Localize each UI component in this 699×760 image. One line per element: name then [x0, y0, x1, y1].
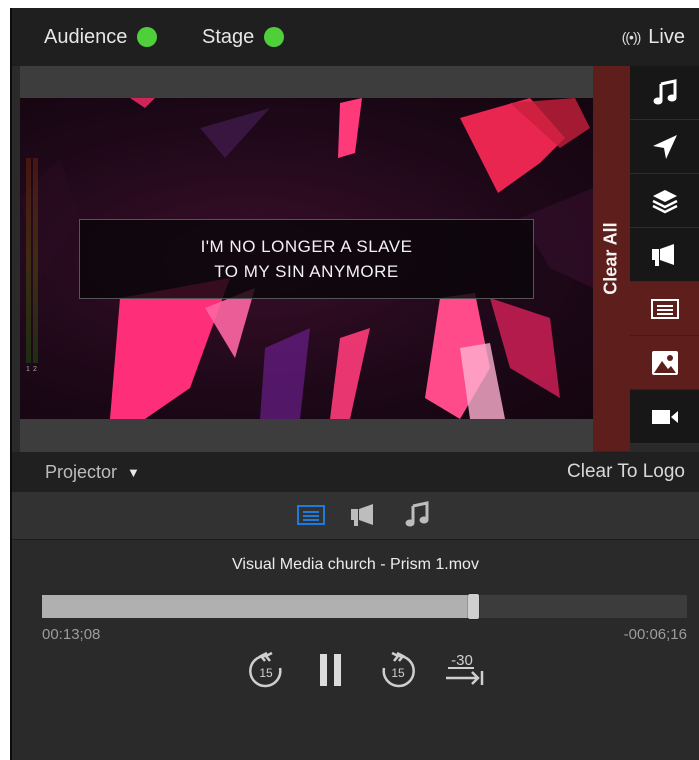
preview-area: 1 2 I'M NO LONGER A SLAVE TO MY SIN ANYM… — [20, 66, 593, 452]
meter-label-2: 2 — [33, 366, 37, 373]
music-note-icon — [653, 78, 676, 104]
tab-slide[interactable] — [295, 500, 327, 530]
pause-icon — [320, 654, 341, 686]
audience-indicator-icon — [137, 27, 158, 47]
clear-all-label: Clear All — [601, 222, 621, 295]
clear-live-video-button[interactable] — [630, 390, 699, 444]
pause-button[interactable] — [314, 648, 348, 692]
scrubber-thumb[interactable] — [467, 594, 479, 619]
projector-dropdown[interactable]: Projector ▼ — [45, 452, 140, 492]
stage-label: Stage — [202, 25, 255, 48]
chevron-down-icon: ▼ — [127, 464, 140, 480]
clear-to-logo-button[interactable]: Clear To Logo — [567, 452, 685, 492]
live-label: Live — [648, 25, 685, 48]
skip-back-button[interactable]: 15 — [244, 648, 288, 692]
audience-status[interactable]: Audience — [44, 8, 158, 66]
lyric-line-1: I'M NO LONGER A SLAVE — [200, 237, 413, 256]
music-note-icon — [405, 501, 429, 527]
layers-icon — [651, 189, 678, 213]
output-preview[interactable]: 1 2 I'M NO LONGER A SLAVE TO MY SIN ANYM… — [20, 98, 593, 419]
prop-presenter-panel: Audience Stage ((•)) Live 1 2 I'M NO LON… — [10, 8, 699, 760]
clear-props-button[interactable] — [630, 174, 699, 228]
output-screen-row: Projector ▼ Clear To Logo — [12, 452, 699, 492]
meter-bar-right — [33, 158, 38, 363]
skip-back-15-icon: 15 — [249, 651, 282, 688]
paper-plane-icon — [652, 134, 677, 159]
tab-audio[interactable] — [401, 500, 433, 530]
media-title: Visual Media church - Prism 1.mov — [232, 556, 479, 573]
jump-to-end-icon: -30 — [446, 652, 484, 685]
meter-bar-left — [26, 158, 31, 363]
clear-layer-column — [630, 66, 699, 451]
skip-back-label: 15 — [259, 666, 273, 680]
media-scrubber[interactable] — [42, 594, 687, 619]
clear-messages-button[interactable] — [630, 120, 699, 174]
clear-all-button[interactable]: Clear All — [593, 66, 630, 451]
skip-forward-15-icon: 15 — [382, 651, 415, 688]
projector-label: Projector — [45, 461, 118, 482]
clear-background-button[interactable] — [630, 336, 699, 390]
media-transport-panel: Visual Media church - Prism 1.mov 00:13;… — [12, 540, 699, 760]
clear-announcements-button[interactable] — [630, 228, 699, 282]
audience-label: Audience — [44, 25, 128, 48]
slide-text-icon — [297, 505, 325, 525]
meter-label-1: 1 — [26, 366, 30, 373]
audio-level-meter: 1 2 — [26, 153, 40, 373]
megaphone-icon — [651, 243, 674, 266]
broadcast-icon: ((•)) — [621, 29, 642, 45]
lyric-line-2: TO MY SIN ANYMORE — [214, 262, 399, 281]
elapsed-time: 00:13;08 — [42, 626, 101, 643]
live-button[interactable]: ((•)) Live — [622, 8, 685, 66]
remaining-time: -00:06;16 — [623, 626, 687, 643]
stage-indicator-icon — [264, 27, 285, 47]
megaphone-icon — [351, 504, 373, 526]
slide-text-icon — [650, 298, 679, 319]
jump-to-end-button[interactable]: -30 — [440, 648, 490, 692]
clear-to-logo-label: Clear To Logo — [567, 461, 685, 482]
lyric-text-box: I'M NO LONGER A SLAVE TO MY SIN ANYMORE — [79, 219, 534, 299]
clear-audio-button[interactable] — [630, 66, 699, 120]
skip-forward-button[interactable]: 15 — [376, 648, 420, 692]
jump-label: -30 — [451, 652, 473, 669]
stage-status[interactable]: Stage — [202, 8, 285, 66]
preview-tabs — [12, 492, 699, 540]
image-icon — [651, 350, 678, 375]
skip-forward-label: 15 — [391, 666, 405, 680]
clear-slide-button[interactable] — [630, 282, 699, 336]
scrubber-progress-fill — [42, 595, 473, 618]
tab-announcements[interactable] — [348, 500, 380, 530]
video-camera-icon — [651, 409, 678, 424]
output-status-bar: Audience Stage ((•)) Live — [12, 8, 699, 66]
